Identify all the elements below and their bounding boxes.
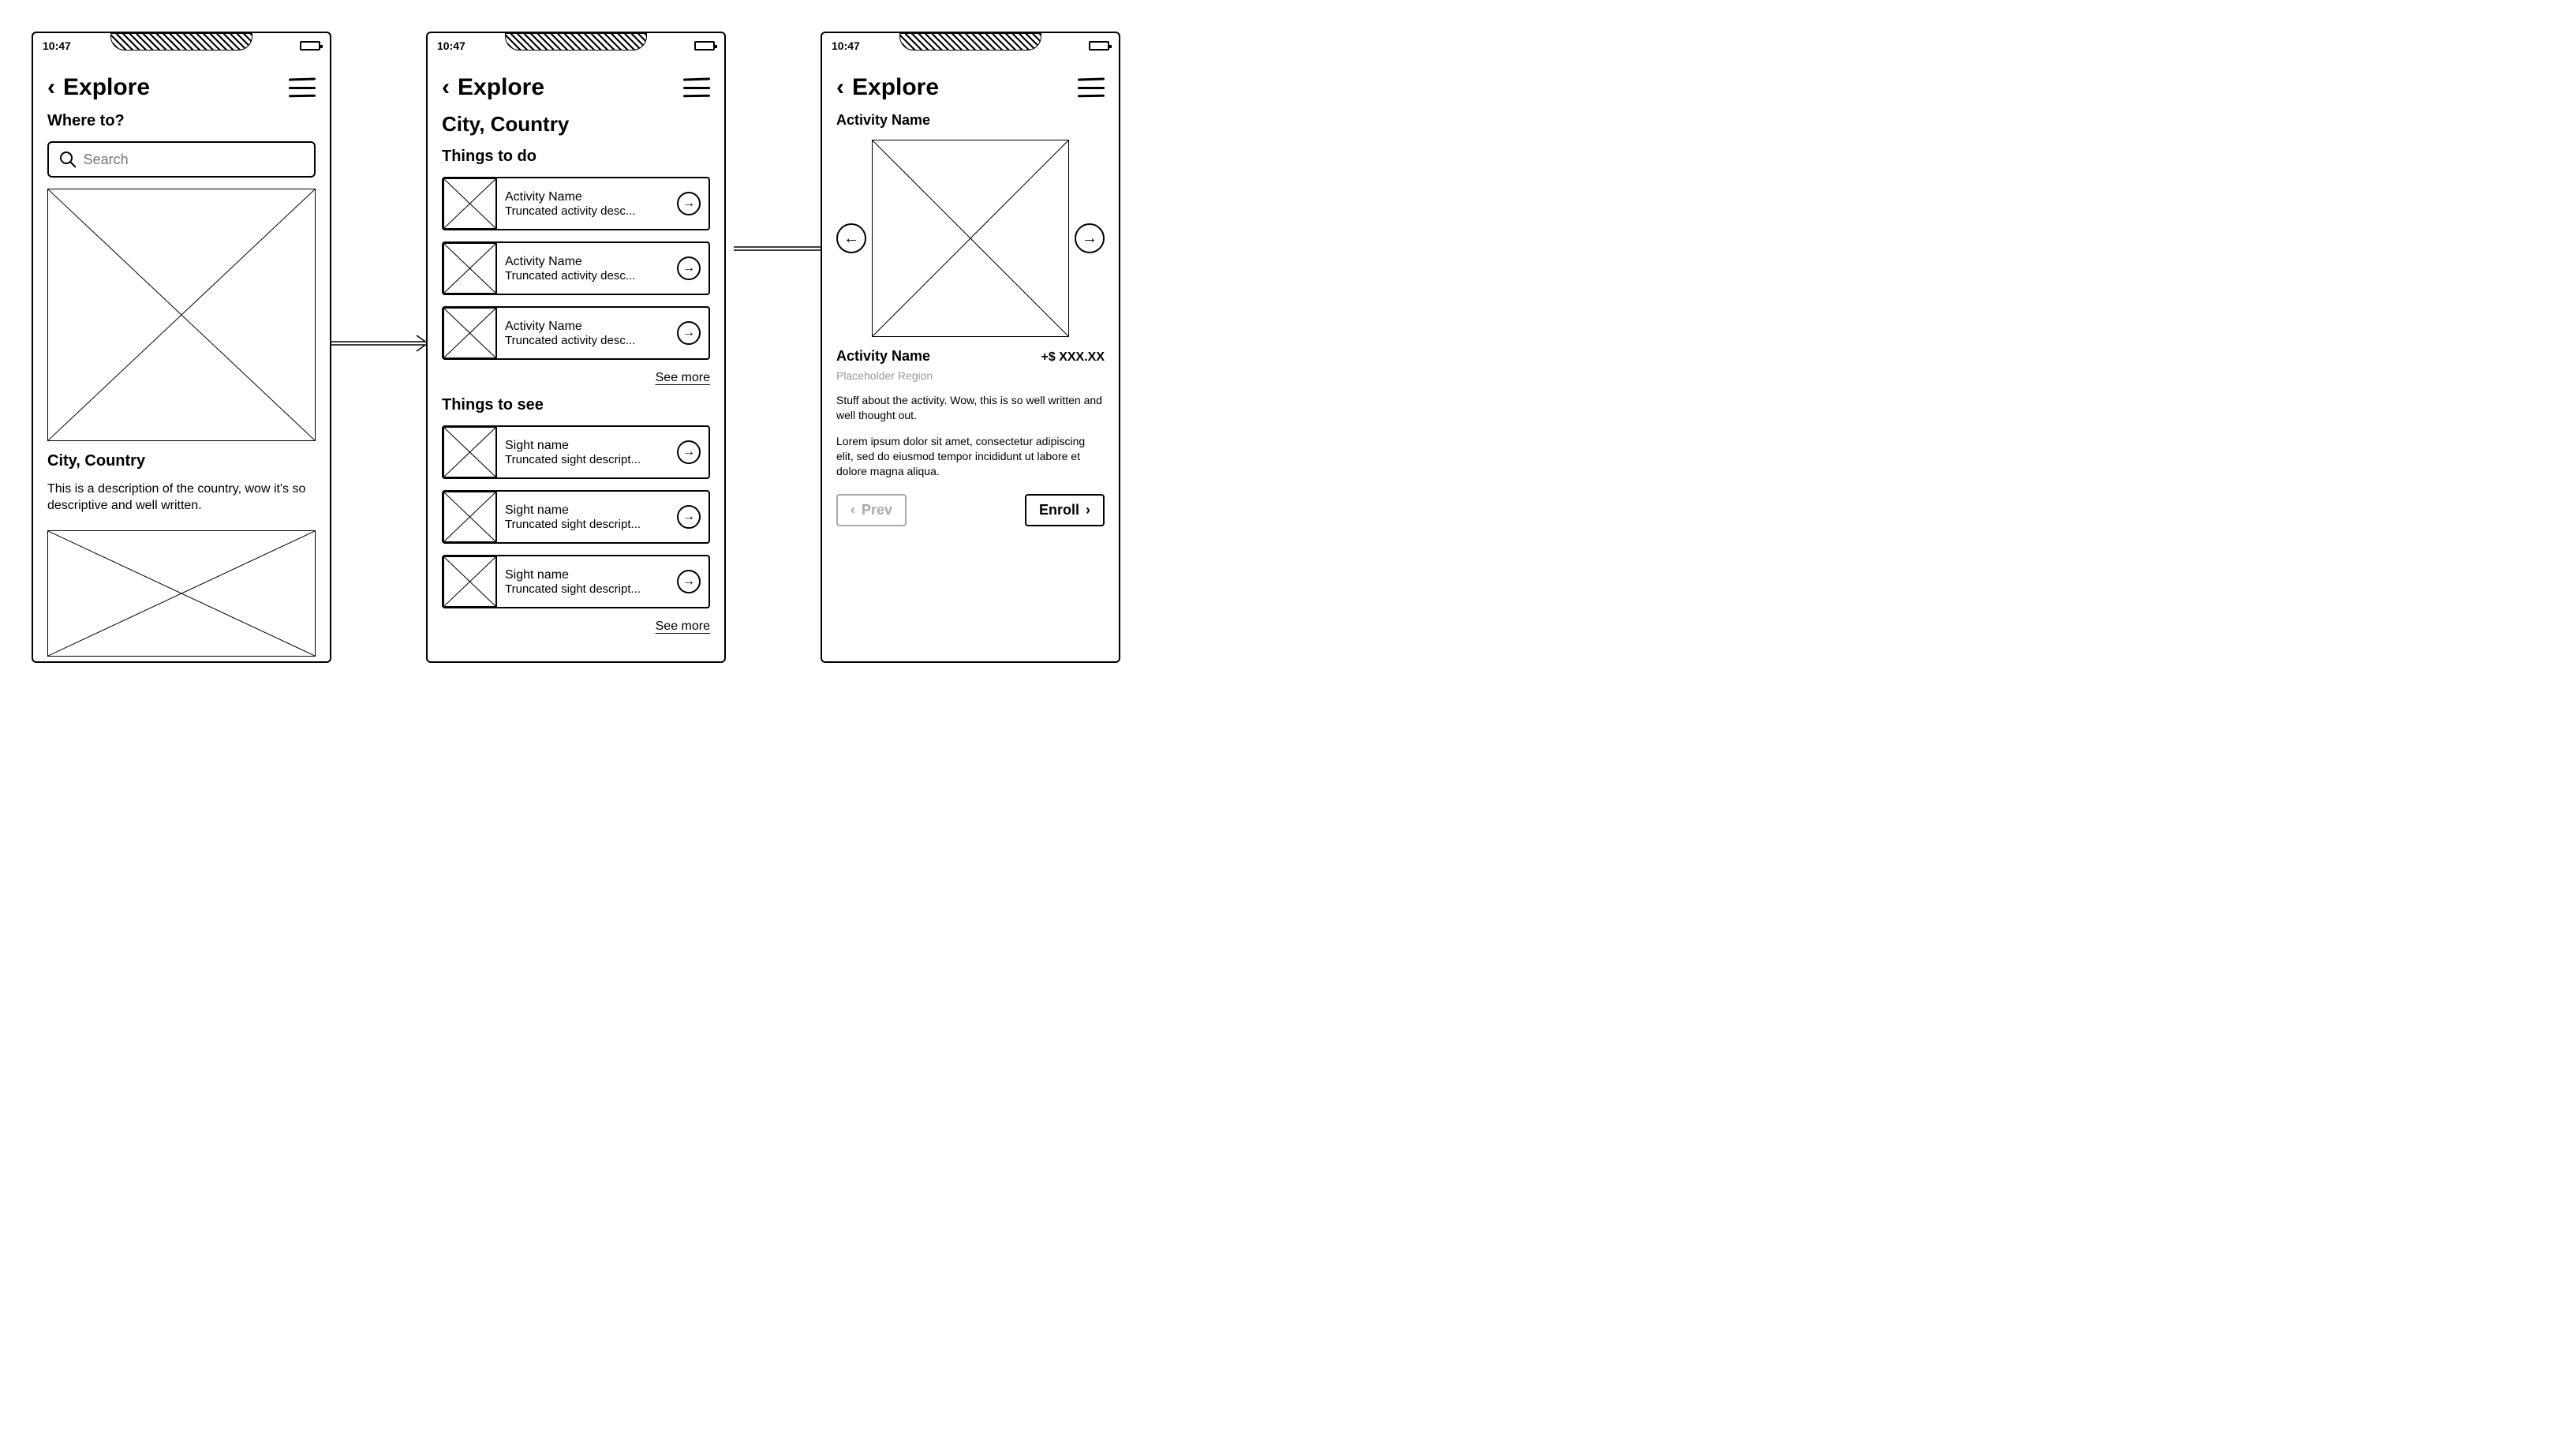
arrow-right-icon[interactable]: →: [677, 505, 701, 529]
activity-name: Activity Name: [505, 320, 661, 334]
status-time: 10:47: [832, 39, 860, 52]
activity-desc: Truncated activity desc...: [505, 334, 661, 347]
menu-icon[interactable]: [289, 78, 316, 97]
thumbnail-placeholder: [443, 556, 497, 607]
sights-list: Sight nameTruncated sight descript... → …: [442, 425, 710, 608]
featured-image-placeholder[interactable]: [47, 189, 316, 441]
arrow-right-icon[interactable]: →: [677, 256, 701, 280]
activity-card[interactable]: Activity NameTruncated activity desc... …: [442, 177, 710, 230]
thumbnail-placeholder: [443, 178, 497, 229]
page-title: Explore: [458, 74, 544, 101]
menu-icon[interactable]: [1078, 78, 1105, 97]
where-to-label: Where to?: [47, 112, 316, 130]
phone-screen-activity-detail: 10:47 ‹ Explore Activity Name ← → Activi…: [821, 32, 1120, 663]
carousel-prev-button[interactable]: ←: [836, 223, 866, 253]
menu-icon[interactable]: [683, 78, 710, 97]
image-carousel: ← →: [836, 140, 1105, 337]
activity-card[interactable]: Activity NameTruncated activity desc... …: [442, 306, 710, 360]
thumbnail-placeholder: [443, 243, 497, 294]
arrow-right-icon[interactable]: →: [677, 192, 701, 215]
notch-icon: [505, 33, 647, 51]
sight-name: Sight name: [505, 439, 661, 453]
activity-card[interactable]: Activity NameTruncated activity desc... …: [442, 241, 710, 295]
activity-paragraph: Stuff about the activity. Wow, this is s…: [836, 393, 1105, 423]
prev-button-label: Prev: [862, 502, 892, 518]
status-time: 10:47: [437, 39, 465, 52]
sight-desc: Truncated sight descript...: [505, 453, 661, 466]
chevron-right-icon: ›: [1086, 502, 1090, 518]
sight-name: Sight name: [505, 503, 661, 518]
battery-icon: [300, 41, 320, 51]
battery-icon: [694, 41, 715, 51]
arrow-right-icon[interactable]: →: [677, 440, 701, 464]
battery-icon: [1089, 41, 1109, 51]
city-title: City, Country: [442, 112, 710, 137]
page-title: Explore: [852, 74, 939, 101]
phone-screen-city-detail: 10:47 ‹ Explore City, Country Things to …: [426, 32, 726, 663]
back-icon[interactable]: ‹: [442, 74, 450, 101]
region-placeholder: Placeholder Region: [836, 369, 1105, 382]
activity-desc: Truncated activity desc...: [505, 269, 661, 283]
status-time: 10:47: [43, 39, 71, 52]
activity-label: Activity Name: [836, 112, 1105, 129]
see-more-activities-link[interactable]: See more: [442, 371, 710, 385]
search-icon: [58, 150, 76, 169]
back-icon[interactable]: ‹: [836, 74, 844, 101]
activities-list: Activity NameTruncated activity desc... …: [442, 177, 710, 360]
activity-price: +$ XXX.XX: [1041, 350, 1105, 365]
activity-image-placeholder[interactable]: [872, 140, 1069, 337]
activity-name: Activity Name: [505, 255, 661, 269]
prev-button[interactable]: ‹ Prev: [836, 494, 907, 526]
thumbnail-placeholder: [443, 308, 497, 358]
back-icon[interactable]: ‹: [47, 74, 55, 101]
activity-name: Activity Name: [836, 348, 930, 365]
activity-desc: Truncated activity desc...: [505, 204, 661, 218]
search-input[interactable]: [84, 152, 305, 168]
enroll-button-label: Enroll: [1039, 502, 1079, 518]
flow-arrow-icon: [323, 331, 434, 355]
thumbnail-placeholder: [443, 427, 497, 477]
search-input-container[interactable]: [47, 141, 316, 178]
phone-screen-explore-search: 10:47 ‹ Explore Where to? City, Country …: [32, 32, 331, 663]
sight-card[interactable]: Sight nameTruncated sight descript... →: [442, 425, 710, 479]
next-item-peek-image[interactable]: [47, 530, 316, 657]
carousel-next-button[interactable]: →: [1075, 223, 1105, 253]
activity-paragraph: Lorem ipsum dolor sit amet, consectetur …: [836, 434, 1105, 479]
city-title: City, Country: [47, 452, 316, 470]
sight-card[interactable]: Sight nameTruncated sight descript... →: [442, 555, 710, 608]
chevron-left-icon: ‹: [851, 502, 855, 518]
page-title: Explore: [63, 74, 150, 101]
arrow-right-icon[interactable]: →: [677, 321, 701, 345]
notch-icon: [899, 33, 1041, 51]
city-description: This is a description of the country, wo…: [47, 481, 316, 515]
arrow-right-icon[interactable]: →: [677, 570, 701, 593]
activity-name: Activity Name: [505, 190, 661, 204]
things-to-do-label: Things to do: [442, 148, 710, 166]
sight-card[interactable]: Sight nameTruncated sight descript... →: [442, 490, 710, 544]
sight-desc: Truncated sight descript...: [505, 518, 661, 531]
notch-icon: [110, 33, 252, 51]
sight-desc: Truncated sight descript...: [505, 582, 661, 596]
see-more-sights-link[interactable]: See more: [442, 619, 710, 634]
thumbnail-placeholder: [443, 492, 497, 542]
enroll-button[interactable]: Enroll ›: [1025, 494, 1105, 526]
things-to-see-label: Things to see: [442, 396, 710, 414]
sight-name: Sight name: [505, 568, 661, 582]
